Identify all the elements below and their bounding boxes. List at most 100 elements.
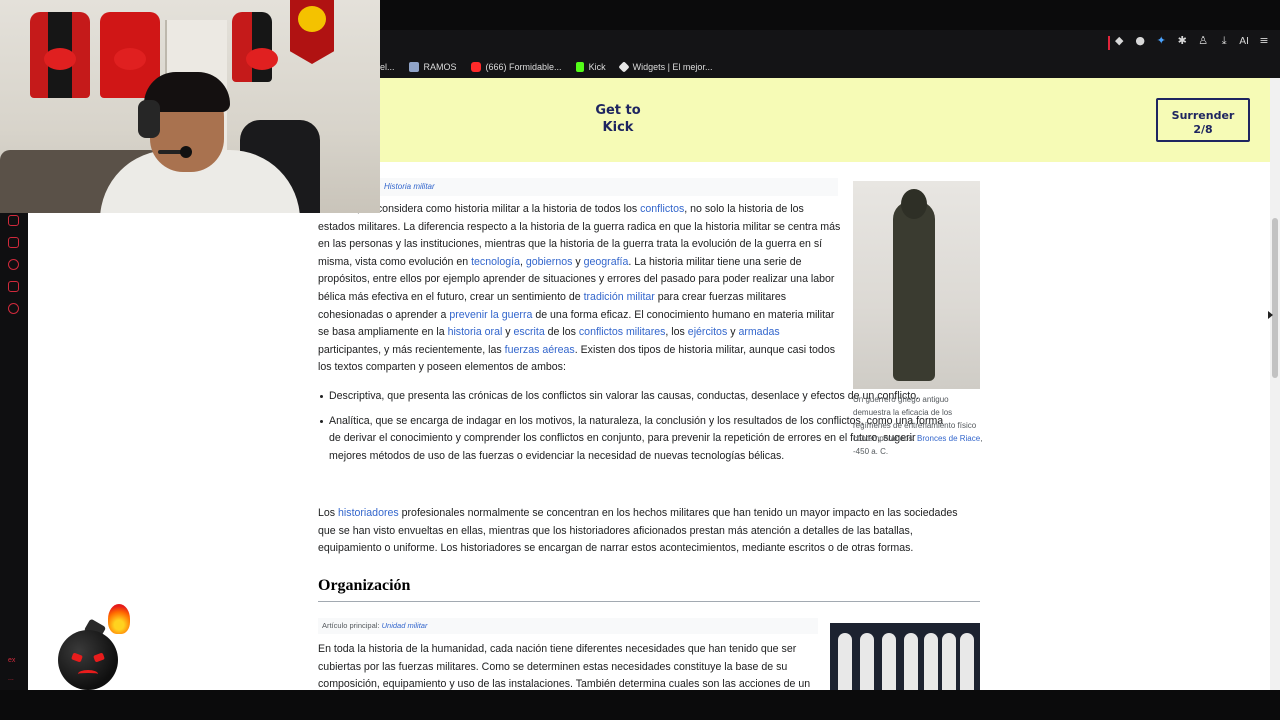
article-text: y (727, 326, 739, 339)
promo-line-1: Get to (595, 103, 641, 118)
article-link[interactable]: tradición militar (584, 291, 655, 303)
webcam-overlay (0, 0, 380, 213)
sailor-figure (942, 633, 956, 690)
promo-line-2: Kick (602, 120, 634, 135)
menu-icon[interactable]: ≡ (1258, 35, 1270, 47)
translate-icon[interactable]: ✦ (1155, 35, 1167, 47)
sidebar-icon[interactable] (8, 237, 19, 248)
kick-icon (575, 62, 584, 72)
surrender-count: 2/8 (1193, 123, 1213, 136)
headset-icon (138, 100, 160, 138)
sidebar-icon[interactable] (8, 215, 19, 226)
bookmark-label: el... (380, 62, 395, 72)
note-prefix: Artículo principal: (322, 621, 382, 630)
statue-head (901, 189, 927, 219)
sidebar-label: ... (8, 675, 14, 682)
ai-button[interactable]: AI (1239, 36, 1249, 47)
extension-icon-1[interactable]: ◆ (1113, 35, 1125, 47)
article-paragraph-3: En toda la historia de la humanidad, cad… (318, 643, 811, 690)
promo-title[interactable]: Get to Kick (578, 102, 658, 136)
article-link[interactable]: conflictos (640, 203, 684, 215)
download-icon[interactable]: ⤓ (1218, 35, 1230, 47)
surrender-label: Surrender (1171, 109, 1235, 122)
sailor-figure (960, 633, 974, 690)
jersey-image (30, 12, 90, 98)
puzzle-icon[interactable]: ✱ (1176, 35, 1188, 47)
clock-icon[interactable] (8, 259, 19, 270)
toolbar-divider (1108, 36, 1110, 50)
settings-icon[interactable] (8, 303, 19, 314)
article-link[interactable]: historiadores (338, 507, 399, 519)
widgets-icon (617, 61, 630, 73)
caption-link[interactable]: Bronces de Riace (917, 434, 980, 443)
extension-icon-2[interactable]: ● (1134, 35, 1146, 47)
sailor-figure (860, 633, 874, 690)
figure-caption: Un guerrero griego antiguo demuestra la … (853, 393, 983, 458)
article-link[interactable]: conflictos militares (579, 326, 666, 338)
bomb-icon (58, 630, 118, 690)
article-text: participantes, y más recientemente, las (318, 343, 505, 356)
article-paragraph-1: Además, se considera como historia milit… (318, 201, 843, 377)
sailor-figure (924, 633, 938, 690)
bookmark-item[interactable]: Widgets | El mejor... (617, 61, 713, 73)
left-side-panel: ex ... (0, 213, 28, 690)
sailor-figure (882, 633, 896, 690)
chat-icon[interactable] (8, 281, 19, 292)
article-link[interactable]: gobiernos (526, 256, 573, 268)
main-article-note: Artículo principal: Unidad militar (318, 618, 818, 634)
bookmark-item[interactable]: (666) Formidable... (470, 62, 562, 72)
os-bottom-bar (0, 690, 1280, 720)
jersey-image (232, 12, 278, 82)
browser-toolbar: ◆ ● ✦ ✱ ♙ ⤓ AI ≡ (380, 30, 1280, 56)
article-paragraph-2: Los historiadores profesionales normalme… (318, 505, 978, 558)
article-text: Los (318, 507, 339, 519)
statue-figure[interactable] (853, 181, 980, 391)
scroll-thumb[interactable] (1272, 218, 1278, 378)
hatnote-link[interactable]: Historia militar (384, 182, 435, 191)
article-text: y (572, 255, 584, 268)
bookmark-label: Widgets | El mejor... (632, 62, 713, 72)
page-icon (408, 62, 419, 72)
statue-image[interactable] (853, 181, 980, 389)
surrender-button[interactable]: Surrender 2/8 (1156, 98, 1250, 142)
fuse-flame-icon (108, 604, 130, 634)
article-link[interactable]: escrita (514, 326, 545, 338)
bookmark-label: (666) Formidable... (485, 62, 562, 72)
bookmark-label: Kick (588, 62, 606, 72)
bookmark-item[interactable]: el... (380, 62, 395, 72)
bookmark-item[interactable]: Kick (575, 62, 606, 72)
profile-icon[interactable]: ♙ (1197, 35, 1209, 47)
sailors-image[interactable] (830, 623, 980, 690)
sailor-figure (838, 633, 852, 690)
bookmark-label: RAMOS (423, 62, 457, 72)
bomb-eye (71, 652, 83, 663)
club-banner (290, 0, 334, 64)
article-text: de los (544, 326, 579, 339)
article-text: y (502, 326, 514, 339)
article-link[interactable]: geografía (584, 256, 629, 268)
section-heading: Organización (318, 577, 980, 602)
article-link[interactable]: tecnología (471, 256, 520, 268)
article-link[interactable]: prevenir la guerra (449, 309, 532, 321)
sidebar-label: ex (8, 657, 16, 664)
bomb-mouth (78, 670, 98, 678)
extension-icons: ◆ ● ✦ ✱ ♙ ⤓ AI ≡ (1113, 35, 1270, 47)
article-text: , los (665, 326, 688, 339)
article-text: profesionales normalmente se concentran … (318, 507, 958, 555)
article-link[interactable]: armadas (738, 326, 779, 338)
page-scrollbar[interactable] (1270, 78, 1280, 690)
main-article-link[interactable]: Unidad militar (382, 621, 428, 630)
bookmark-item[interactable]: RAMOS (408, 62, 457, 72)
hatnote: Historia militar (318, 178, 838, 196)
mouse-cursor-icon (1268, 311, 1273, 319)
youtube-icon (470, 62, 481, 72)
article-link[interactable]: ejércitos (688, 326, 727, 338)
article-link[interactable]: historia oral (448, 326, 503, 338)
statue-body (893, 201, 935, 381)
sailor-figure (904, 633, 918, 690)
microphone-icon (158, 146, 192, 158)
article-link[interactable]: fuerzas aéreas (505, 344, 575, 356)
bookmarks-bar: el... RAMOS (666) Formidable... Kick Wid… (380, 56, 1280, 78)
bomb-eye (93, 652, 105, 663)
kick-promo-banner: Get to Kick Surrender 2/8 (380, 78, 1270, 162)
